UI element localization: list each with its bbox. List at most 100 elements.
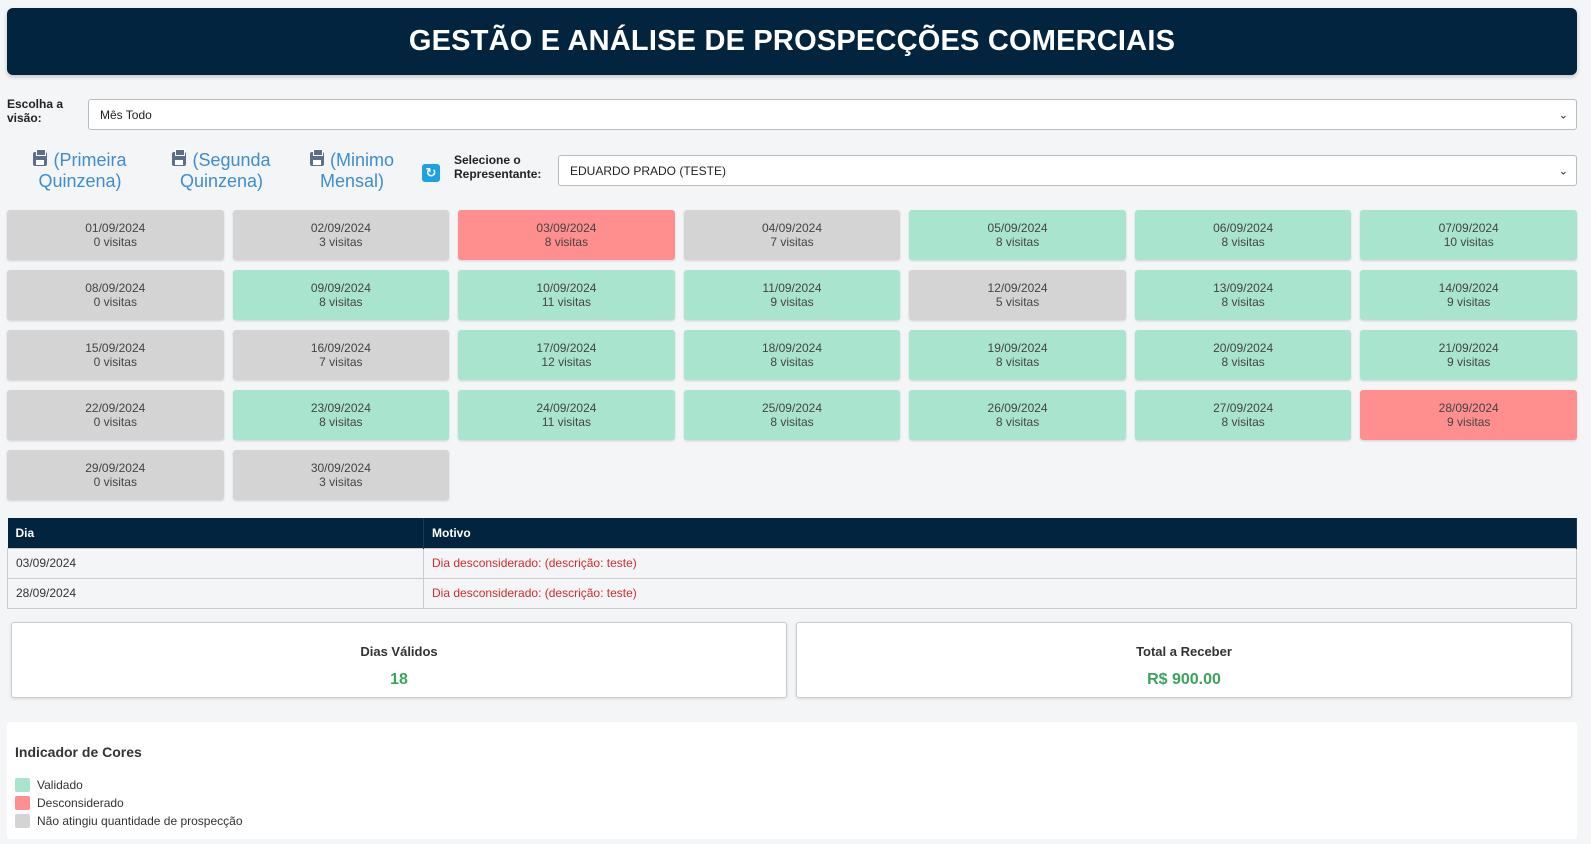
representative-select[interactable]: EDUARDO PRADO (TESTE) ⌄ xyxy=(558,155,1577,186)
day-date: 11/09/2024 xyxy=(762,281,822,295)
day-date: 19/09/2024 xyxy=(987,341,1048,355)
day-visits: 0 visitas xyxy=(93,235,137,249)
day-date: 23/09/2024 xyxy=(310,401,371,415)
day-visits: 8 visitas xyxy=(995,415,1040,429)
day-cell[interactable]: 13/09/2024 8 visitas xyxy=(1134,270,1352,320)
day-cell[interactable]: 28/09/2024 9 visitas xyxy=(1360,390,1577,440)
day-cell[interactable]: 16/09/2024 7 visitas xyxy=(232,330,450,380)
day-cell[interactable]: 21/09/2024 9 visitas xyxy=(1360,330,1577,380)
day-cell[interactable]: 24/09/2024 11 visitas xyxy=(458,390,675,440)
print-second-half-link[interactable]: (Segunda Quinzena) xyxy=(164,149,279,192)
day-cell[interactable]: 30/09/2024 3 visitas xyxy=(232,450,450,500)
row-dia: 03/09/2024 xyxy=(7,547,424,579)
day-cell[interactable]: 22/09/2024 0 visitas xyxy=(7,390,224,440)
row-dia: 28/09/2024 xyxy=(7,577,424,609)
print-first-half-link[interactable]: (Primeira Quinzena) xyxy=(25,149,135,192)
valid-days-value: 18 xyxy=(390,671,408,688)
day-cell[interactable]: 25/09/2024 8 visitas xyxy=(683,390,901,440)
printer-icon xyxy=(309,149,324,166)
day-visits: 5 visitas xyxy=(995,295,1040,309)
day-date: 21/09/2024 xyxy=(1438,341,1499,355)
day-cell[interactable]: 10/09/2024 11 visitas xyxy=(458,270,675,320)
day-visits: 0 visitas xyxy=(93,475,137,489)
page-title: GESTÃO E ANÁLISE DE PROSPECÇÕES COMERCIA… xyxy=(408,25,1176,57)
day-visits: 8 visitas xyxy=(770,355,814,369)
day-visits: 8 visitas xyxy=(319,295,363,309)
day-cell[interactable]: 29/09/2024 0 visitas xyxy=(7,450,224,500)
day-date: 02/09/2024 xyxy=(310,221,371,235)
legend-title: Indicador de Cores xyxy=(15,744,142,760)
day-date: 22/09/2024 xyxy=(85,401,146,415)
day-cell[interactable]: 11/09/2024 9 visitas xyxy=(683,270,901,320)
refresh-icon[interactable]: ↻ xyxy=(422,164,440,182)
day-date: 18/09/2024 xyxy=(761,341,823,355)
day-date: 25/09/2024 xyxy=(761,401,823,415)
day-cell[interactable]: 01/09/2024 0 visitas xyxy=(7,210,224,260)
day-date: 04/09/2024 xyxy=(761,221,823,235)
day-date: 05/09/2024 xyxy=(987,221,1048,235)
column-header-dia: Dia xyxy=(7,518,424,548)
day-visits: 8 visitas xyxy=(1221,415,1265,429)
day-visits: 8 visitas xyxy=(995,235,1040,249)
legend-item-desconsiderado: Desconsiderado xyxy=(15,794,1569,812)
table-row: 28/09/2024 Dia desconsiderado: (descriçã… xyxy=(7,577,1577,609)
green-swatch xyxy=(15,778,30,792)
day-cell[interactable]: 26/09/2024 8 visitas xyxy=(909,390,1126,440)
day-visits: 8 visitas xyxy=(544,235,589,249)
day-date: 07/09/2024 xyxy=(1438,221,1499,235)
print-monthly-minimum-link[interactable]: (Minimo Mensal) xyxy=(302,149,402,192)
total-receivable-card: Total a Receber R$ 900.00 xyxy=(796,622,1572,698)
day-cell[interactable]: 03/09/2024 8 visitas xyxy=(458,210,675,260)
day-visits: 7 visitas xyxy=(770,235,814,249)
day-date: 10/09/2024 xyxy=(536,281,597,295)
legend-item-validado: Validado xyxy=(15,776,1569,794)
valid-days-label: Dias Válidos xyxy=(360,644,438,659)
table-header-row: Dia Motivo xyxy=(7,518,1577,548)
day-visits: 9 visitas xyxy=(770,295,814,309)
day-visits: 12 visitas xyxy=(541,355,592,369)
representative-selected-value: EDUARDO PRADO (TESTE) xyxy=(570,163,727,178)
day-cell[interactable]: 04/09/2024 7 visitas xyxy=(683,210,901,260)
day-visits: 8 visitas xyxy=(995,355,1040,369)
valid-days-card: Dias Válidos 18 xyxy=(11,622,787,698)
day-date: 29/09/2024 xyxy=(85,461,146,475)
day-cell[interactable]: 27/09/2024 8 visitas xyxy=(1134,390,1352,440)
day-visits: 9 visitas xyxy=(1447,295,1491,309)
day-date: 01/09/2024 xyxy=(85,221,146,235)
day-visits: 0 visitas xyxy=(93,295,137,309)
day-cell[interactable]: 14/09/2024 9 visitas xyxy=(1360,270,1577,320)
day-date: 12/09/2024 xyxy=(987,281,1048,295)
day-visits: 3 visitas xyxy=(319,475,363,489)
day-cell[interactable]: 02/09/2024 3 visitas xyxy=(232,210,450,260)
day-visits: 9 visitas xyxy=(1447,415,1491,429)
day-cell[interactable]: 18/09/2024 8 visitas xyxy=(683,330,901,380)
day-cell[interactable]: 09/09/2024 8 visitas xyxy=(232,270,450,320)
day-date: 26/09/2024 xyxy=(987,401,1048,415)
day-cell[interactable]: 15/09/2024 0 visitas xyxy=(7,330,224,380)
day-cell[interactable]: 20/09/2024 8 visitas xyxy=(1134,330,1352,380)
day-date: 20/09/2024 xyxy=(1213,341,1274,355)
day-visits: 8 visitas xyxy=(319,415,363,429)
day-calendar-grid: 01/09/2024 0 visitas 02/09/2024 3 visitas 03… xyxy=(7,210,1577,500)
day-date: 08/09/2024 xyxy=(85,281,146,295)
row-motivo: Dia desconsiderado: (descrição: teste) xyxy=(423,577,1577,609)
day-cell[interactable]: 17/09/2024 12 visitas xyxy=(458,330,675,380)
day-date: 27/09/2024 xyxy=(1213,401,1274,415)
day-cell[interactable]: 19/09/2024 8 visitas xyxy=(909,330,1126,380)
vision-select[interactable]: Mês Todo ⌄ xyxy=(88,99,1577,130)
day-cell[interactable]: 08/09/2024 0 visitas xyxy=(7,270,224,320)
chevron-down-icon: ⌄ xyxy=(1558,109,1568,121)
day-cell[interactable]: 12/09/2024 5 visitas xyxy=(909,270,1126,320)
day-visits: 7 visitas xyxy=(319,355,363,369)
day-visits: 11 visitas xyxy=(541,415,591,429)
day-cell[interactable]: 23/09/2024 8 visitas xyxy=(232,390,450,440)
day-cell[interactable]: 06/09/2024 8 visitas xyxy=(1134,210,1352,260)
day-cell[interactable]: 07/09/2024 10 visitas xyxy=(1360,210,1577,260)
color-legend: Indicador de Cores Validado Desconsidera… xyxy=(7,722,1577,839)
day-date: 14/09/2024 xyxy=(1438,281,1499,295)
day-cell[interactable]: 05/09/2024 8 visitas xyxy=(909,210,1126,260)
chevron-down-icon: ⌄ xyxy=(1558,165,1568,177)
day-date: 09/09/2024 xyxy=(310,281,371,295)
day-date: 06/09/2024 xyxy=(1213,221,1274,235)
page-header: GESTÃO E ANÁLISE DE PROSPECÇÕES COMERCIA… xyxy=(7,8,1577,75)
